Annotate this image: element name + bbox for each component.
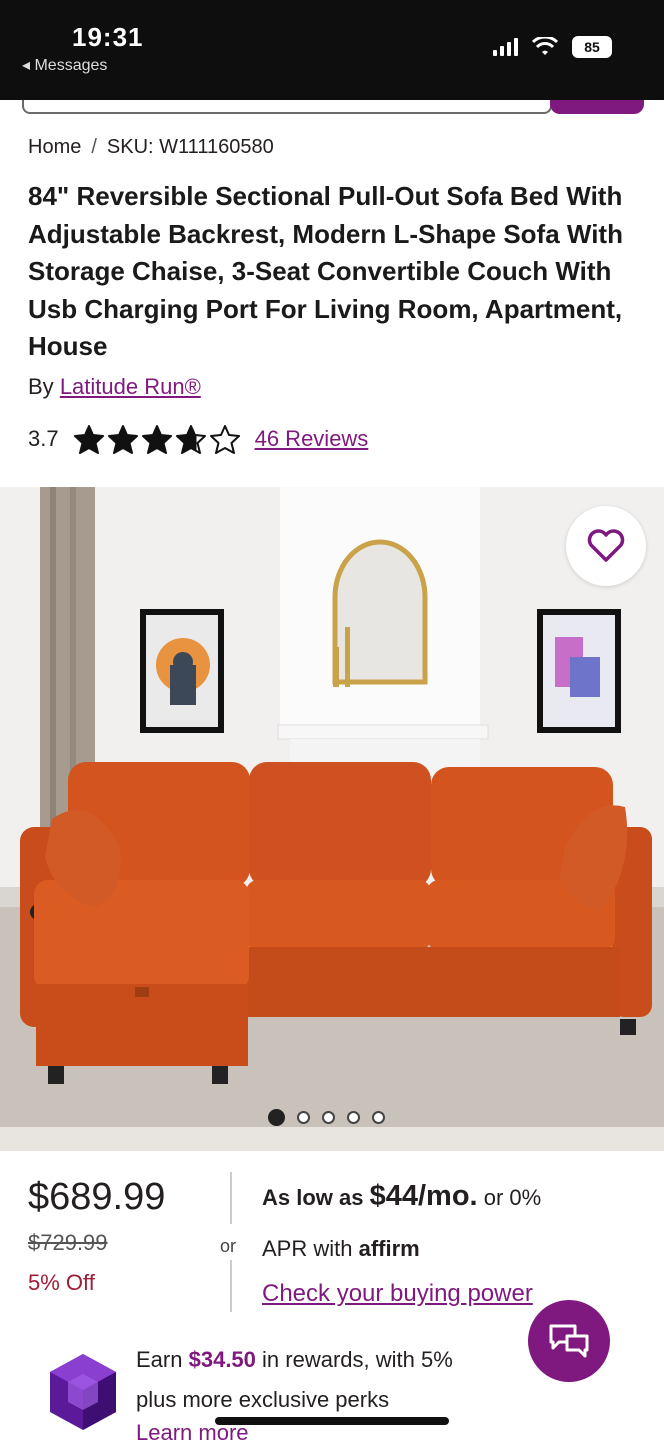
- apr-with-label: APR with: [262, 1236, 353, 1261]
- or-label: or: [220, 1236, 237, 1256]
- image-pagination[interactable]: [268, 1109, 385, 1126]
- star-icon: [73, 425, 104, 454]
- home-indicator: [215, 1417, 449, 1425]
- search-button[interactable]: [550, 100, 644, 114]
- rewards-earn-label: Earn: [136, 1347, 183, 1372]
- rewards-perks: plus more exclusive perks: [136, 1387, 390, 1412]
- pagination-dot[interactable]: [322, 1111, 335, 1124]
- was-price: $729.99: [28, 1230, 108, 1255]
- reviews-link[interactable]: 46 Reviews: [255, 426, 369, 452]
- star-icon: [141, 425, 172, 454]
- breadcrumb: Home / SKU: W111160580: [28, 136, 274, 159]
- current-price: $689.99: [28, 1176, 166, 1218]
- breadcrumb-sku: SKU: W111160580: [106, 136, 274, 158]
- wifi-icon: [532, 37, 558, 55]
- pagination-dot[interactable]: [268, 1109, 285, 1126]
- star-rating: [73, 424, 241, 454]
- rewards-text: Earn $34.50 in rewards, with 5% plus mor…: [136, 1340, 536, 1420]
- favorite-button[interactable]: [566, 506, 646, 586]
- product-title: 84" Reversible Sectional Pull-Out Sofa B…: [28, 181, 623, 361]
- rewards-amount: $34.50: [188, 1347, 256, 1372]
- rating-value: 3.7: [28, 426, 59, 451]
- discount-label: 5% Off: [28, 1270, 95, 1295]
- status-time: 19:31: [72, 22, 144, 52]
- back-to-messages-link[interactable]: ◂ Messages: [22, 55, 107, 75]
- as-low-as-label: As low as: [262, 1185, 364, 1210]
- divider: [230, 1172, 232, 1224]
- financing-line-1: As low as $44/mo. or 0%: [262, 1180, 541, 1213]
- status-bar: 19:31 ◂ Messages 85: [0, 0, 664, 100]
- apr-prefix: or 0%: [483, 1185, 542, 1210]
- rewards-earn-suffix: in rewards, with 5%: [262, 1347, 453, 1372]
- sofa-photo: [0, 487, 664, 1151]
- monthly-price: $44/mo.: [369, 1180, 478, 1212]
- heart-icon: [587, 529, 625, 562]
- status-icons: 85: [493, 36, 612, 58]
- search-bar[interactable]: [22, 100, 552, 114]
- star-icon: [175, 425, 206, 454]
- check-buying-power-link[interactable]: Check your buying power: [262, 1280, 533, 1308]
- pagination-dot[interactable]: [372, 1111, 385, 1124]
- product-image[interactable]: [0, 487, 664, 1151]
- rating-row: 3.7 46 Reviews: [28, 424, 368, 454]
- brand-link[interactable]: Latitude Run®: [60, 374, 201, 399]
- star-icon: [209, 425, 240, 454]
- chat-button[interactable]: [528, 1300, 610, 1382]
- chat-icon: [549, 1324, 589, 1358]
- star-icon: [107, 425, 138, 454]
- signal-icon: [493, 38, 518, 56]
- breadcrumb-separator: /: [91, 136, 97, 158]
- brand-line: By Latitude Run®: [28, 374, 201, 400]
- rewards-gem-icon: [50, 1354, 116, 1430]
- affirm-logo: affirm: [358, 1236, 420, 1261]
- battery-indicator: 85: [572, 36, 612, 58]
- divider: [230, 1260, 232, 1312]
- breadcrumb-home[interactable]: Home: [28, 136, 81, 159]
- pagination-dot[interactable]: [297, 1111, 310, 1124]
- pagination-dot[interactable]: [347, 1111, 360, 1124]
- financing-line-2: APR with affirm: [262, 1236, 420, 1262]
- by-label: By: [28, 374, 54, 399]
